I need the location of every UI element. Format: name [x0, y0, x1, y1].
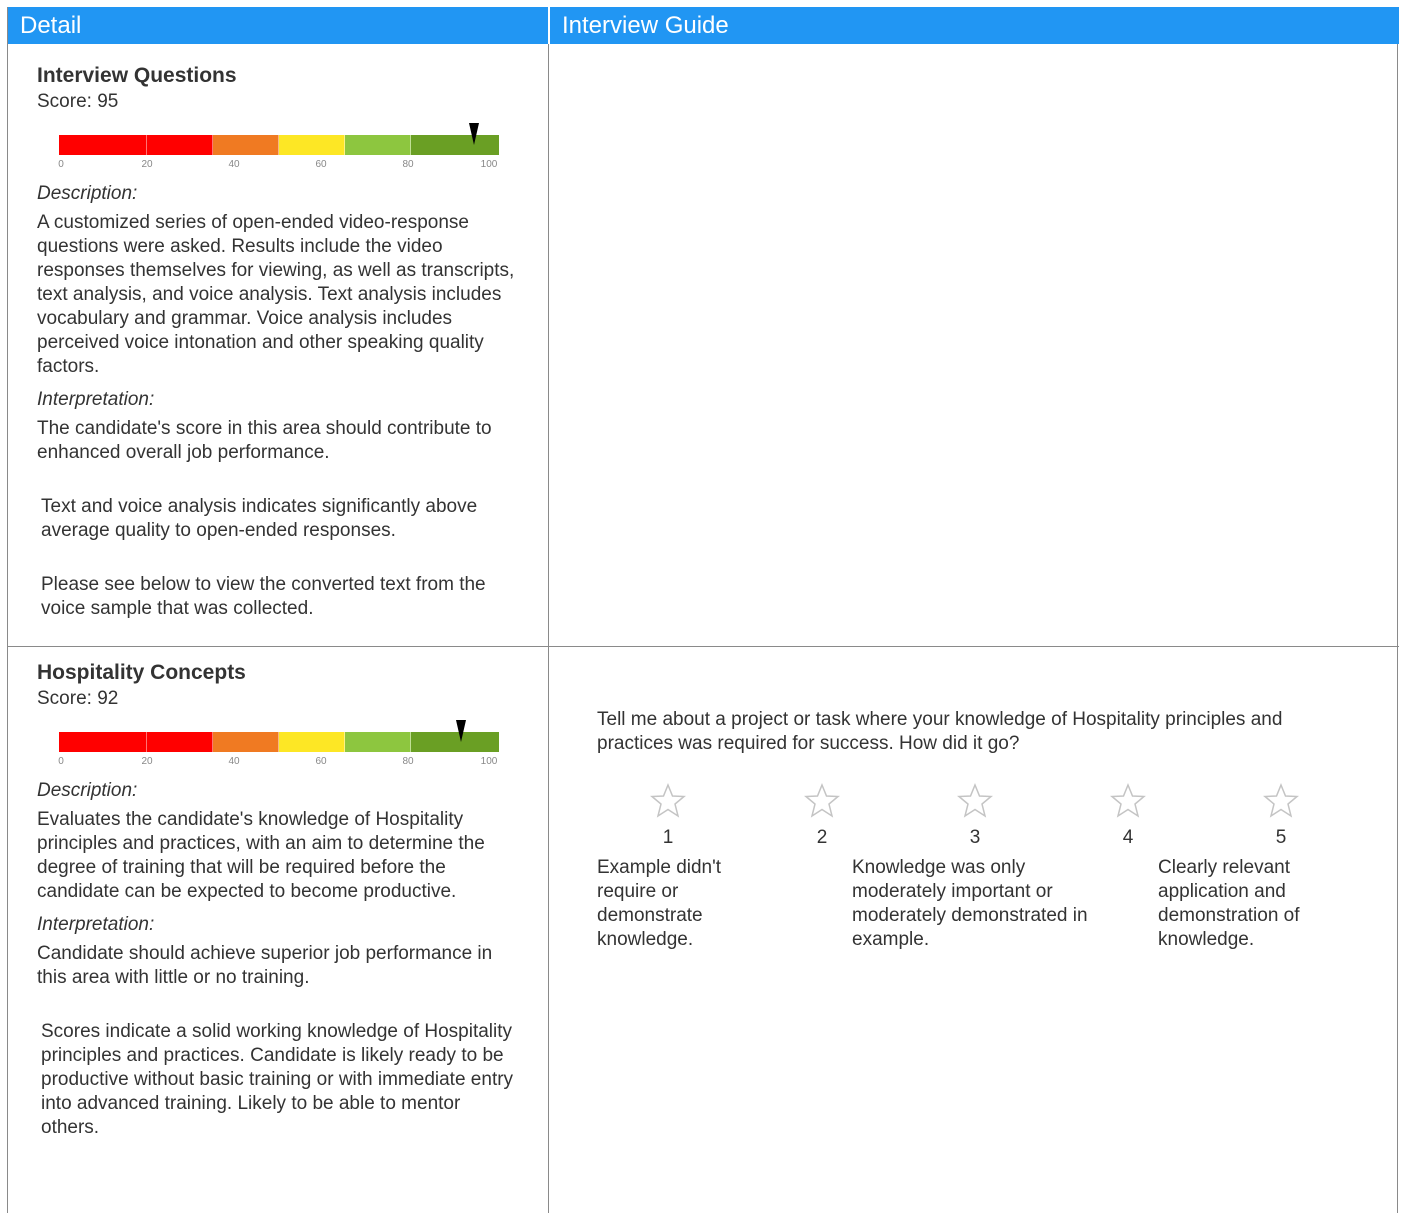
- star-icon: [1110, 783, 1146, 818]
- star-icon: [804, 783, 840, 818]
- rating-anchor-mid: Knowledge was only moderately important …: [852, 857, 1088, 950]
- description-text: A customized series of open-ended video-…: [37, 212, 515, 377]
- gauge-segment-yellow: [279, 135, 345, 155]
- rating-number: 3: [969, 827, 981, 848]
- gauge-tick: 0: [58, 756, 64, 767]
- rating-number: 2: [816, 827, 828, 848]
- gauge-marker: [455, 720, 466, 742]
- gauge-bar: [59, 732, 499, 752]
- interview-question: Tell me about a project or task where yo…: [597, 709, 1283, 754]
- score-text: Score: 95: [37, 91, 119, 112]
- gauge-segment-red: [59, 135, 147, 155]
- interview-guide-column-header: Interview Guide: [550, 7, 1399, 44]
- interpretation-text: Candidate should achieve superior job pe…: [37, 943, 493, 988]
- gauge-segment-light-green: [345, 135, 411, 155]
- description-text: Evaluates the candidate's knowledge of H…: [37, 809, 485, 902]
- gauge-segment-yellow: [279, 732, 345, 752]
- interpretation-label: Interpretation:: [37, 389, 155, 410]
- star-icon: [957, 783, 993, 818]
- analysis-note: Text and voice analysis indicates signif…: [41, 496, 478, 541]
- gauge-segment-orange: [213, 732, 279, 752]
- gauge-segment-orange: [213, 135, 279, 155]
- gauge-segment-red-2: [147, 732, 213, 752]
- gauge-bar: [59, 135, 499, 155]
- gauge-tick: 60: [315, 756, 327, 767]
- rating-star-3[interactable]: [957, 783, 993, 819]
- rating-anchor-high: Clearly relevant application and demonst…: [1158, 857, 1300, 950]
- star-icon: [650, 783, 686, 818]
- section-hospitality-concepts: Hospitality Concepts Score: 92 0 20 40 6…: [37, 660, 527, 1140]
- detail-column-header: Detail: [8, 7, 549, 44]
- rating-star-2[interactable]: [804, 783, 840, 819]
- analysis-note: Scores indicate a solid working knowledg…: [41, 1021, 514, 1138]
- gauge-segment-red: [59, 732, 147, 752]
- gauge-tick: 20: [141, 756, 153, 767]
- rating-star-4[interactable]: [1110, 783, 1146, 819]
- analysis-note: Please see below to view the converted t…: [41, 574, 486, 619]
- gauge-marker: [469, 123, 479, 145]
- description-label: Description:: [37, 183, 138, 204]
- description-label: Description:: [37, 780, 138, 801]
- rating-number: 4: [1122, 827, 1134, 848]
- gauge-segment-red-2: [147, 135, 213, 155]
- score-text: Score: 92: [37, 688, 119, 709]
- section-title: Interview Questions: [37, 64, 237, 87]
- gauge-tick: 60: [315, 159, 327, 170]
- gauge-tick: 40: [228, 159, 240, 170]
- star-icon: [1263, 783, 1299, 818]
- row-divider: [8, 646, 1399, 647]
- gauge-segment-light-green: [345, 732, 411, 752]
- interpretation-text: The candidate's score in this area shoul…: [37, 418, 492, 463]
- rating-number: 5: [1275, 827, 1287, 848]
- rating-anchor-low: Example didn't require or demonstrate kn…: [597, 857, 722, 950]
- interpretation-label: Interpretation:: [37, 914, 155, 935]
- report-frame: Detail Interview Guide Interview Questio…: [7, 7, 1399, 1213]
- rating-number: 1: [662, 827, 674, 848]
- section-interview-questions: Interview Questions Score: 95 0 20 40 60…: [37, 63, 527, 621]
- gauge-tick: 0: [58, 159, 64, 170]
- gauge-tick: 80: [402, 159, 414, 170]
- section-title: Hospitality Concepts: [37, 661, 246, 684]
- gauge-tick: 100: [480, 159, 498, 170]
- gauge-tick: 20: [141, 159, 153, 170]
- rating-star-1[interactable]: [650, 783, 686, 819]
- score-gauge: 0 20 40 60 80 100: [58, 720, 499, 774]
- column-divider: [548, 44, 549, 1213]
- gauge-segment-green: [411, 135, 499, 155]
- score-gauge: 0 20 40 60 80 100: [58, 123, 499, 177]
- rating-star-5[interactable]: [1263, 783, 1299, 819]
- gauge-tick: 80: [402, 756, 414, 767]
- gauge-tick: 40: [228, 756, 240, 767]
- gauge-tick: 100: [480, 756, 498, 767]
